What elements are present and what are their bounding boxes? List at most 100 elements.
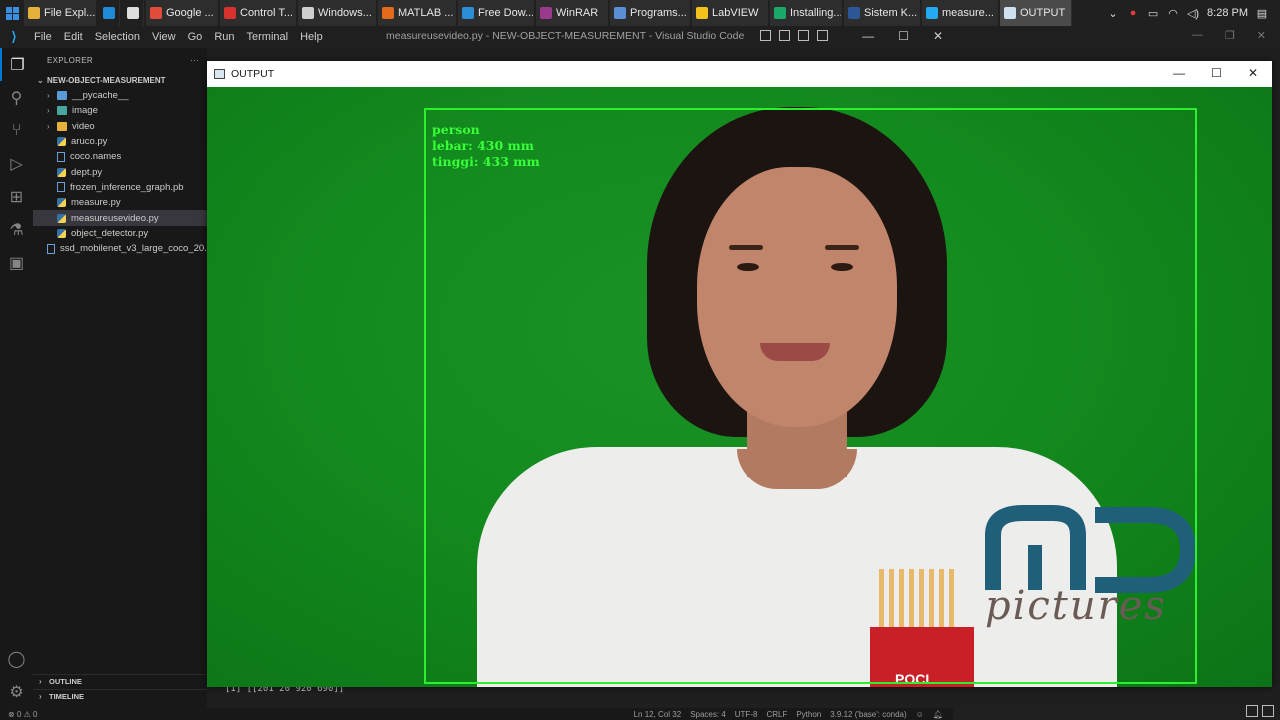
cursor-position[interactable]: Ln 12, Col 32: [634, 710, 682, 719]
taskbar-app-label: Installing...: [790, 7, 842, 19]
menu-bar: File Edit Selection View Go Run Terminal Help: [28, 31, 329, 43]
python-file-icon: [57, 228, 66, 238]
tree-item[interactable]: measureusevideo.py: [33, 210, 207, 226]
menu-help[interactable]: Help: [294, 31, 329, 43]
tree-item[interactable]: › image: [33, 103, 207, 118]
minimize-icon[interactable]: —: [1173, 66, 1185, 80]
search-icon[interactable]: ⚲: [0, 81, 33, 114]
end-of-line[interactable]: CRLF: [766, 710, 787, 719]
feedback-icon[interactable]: ☺: [916, 710, 924, 719]
taskbar-app-10[interactable]: LabVIEW: [692, 0, 768, 26]
taskbar-app-11[interactable]: Installing...: [770, 0, 842, 26]
menu-file[interactable]: File: [28, 31, 58, 43]
tree-item[interactable]: › __pycache__: [33, 88, 207, 103]
tree-item[interactable]: ssd_mobilenet_v3_large_coco_20...: [33, 241, 207, 256]
timeline-section[interactable]: › TIMELINE: [33, 689, 207, 703]
encoding[interactable]: UTF-8: [735, 710, 758, 719]
view-toggles: [1246, 705, 1274, 717]
menu-terminal[interactable]: Terminal: [241, 31, 295, 43]
language-mode[interactable]: Python: [796, 710, 821, 719]
app-icon: [28, 7, 40, 19]
volume-icon[interactable]: ◁): [1187, 7, 1199, 20]
customize-layout-icon[interactable]: [817, 30, 828, 41]
tree-item-label: frozen_inference_graph.pb: [70, 181, 184, 193]
problems-indicator[interactable]: ⊗ 0 ⚠ 0: [0, 710, 37, 719]
testing-icon[interactable]: ⚗: [0, 213, 33, 246]
taskbar-app-6[interactable]: MATLAB ...: [378, 0, 456, 26]
taskbar-app-4[interactable]: Control T...: [220, 0, 296, 26]
toggle-panel-icon[interactable]: [779, 30, 790, 41]
window-controls: — ☐ ✕: [862, 29, 943, 43]
toggle-sidebar-icon[interactable]: [760, 30, 771, 41]
taskbar-app-3[interactable]: Google ...: [146, 0, 218, 26]
vscode-titlebar: ⟩ File Edit Selection View Go Run Terminal Help…: [0, 26, 953, 48]
more-actions-icon[interactable]: ···: [190, 56, 199, 65]
tree-item[interactable]: frozen_inference_graph.pb: [33, 180, 207, 195]
close-icon[interactable]: ✕: [933, 29, 943, 43]
notifications-icon[interactable]: ▤: [1256, 7, 1268, 20]
folder-icon: [57, 121, 67, 131]
chevron-right-icon: ›: [47, 121, 50, 131]
video-frame: POCI pictures person lebar: 430 mm tingg…: [207, 87, 1272, 687]
taskbar-app-5[interactable]: Windows...: [298, 0, 376, 26]
tree-item-label: object_detector.py: [71, 227, 149, 239]
app-icon: [696, 7, 708, 19]
source-control-icon[interactable]: ⑂: [0, 114, 33, 147]
tree-item[interactable]: measure.py: [33, 195, 207, 210]
taskbar-app-0[interactable]: File Expl...: [24, 0, 96, 26]
gear-icon[interactable]: ⚙: [0, 675, 33, 708]
chevron-up-icon[interactable]: ⌄: [1107, 7, 1119, 20]
minimize-icon[interactable]: —: [1192, 29, 1203, 42]
taskbar-app-2[interactable]: [122, 0, 144, 26]
thumbnail-view-icon[interactable]: [1262, 705, 1274, 717]
menu-edit[interactable]: Edit: [58, 31, 89, 43]
menu-run[interactable]: Run: [208, 31, 240, 43]
restore-icon[interactable]: ❐: [1225, 29, 1235, 42]
notifications-bell-icon[interactable]: 🔔︎: [933, 710, 943, 719]
terminal-icon[interactable]: ▣: [0, 246, 33, 279]
taskbar-app-1[interactable]: [98, 0, 120, 26]
taskbar-app-14[interactable]: OUTPUT: [1000, 0, 1072, 26]
start-button[interactable]: [0, 0, 24, 26]
menu-view[interactable]: View: [146, 31, 182, 43]
taskbar-app-label: Google ...: [166, 7, 214, 19]
detection-class-label: person: [432, 122, 480, 137]
menu-go[interactable]: Go: [182, 31, 209, 43]
indentation[interactable]: Spaces: 4: [690, 710, 726, 719]
taskbar-app-label: LabVIEW: [712, 7, 759, 19]
file-icon: [57, 182, 65, 193]
tree-item[interactable]: object_detector.py: [33, 226, 207, 241]
menu-selection[interactable]: Selection: [89, 31, 146, 43]
maximize-icon[interactable]: ☐: [898, 29, 909, 43]
taskbar-app-8[interactable]: WinRAR: [536, 0, 608, 26]
details-view-icon[interactable]: [1246, 705, 1258, 717]
account-icon[interactable]: ◯: [0, 642, 33, 675]
python-interpreter[interactable]: 3.9.12 ('base': conda): [830, 710, 906, 719]
project-folder[interactable]: ⌄ NEW-OBJECT-MEASUREMENT: [33, 72, 207, 88]
taskbar-app-13[interactable]: measure...: [922, 0, 998, 26]
meet-now-icon[interactable]: ▭: [1147, 7, 1159, 20]
close-icon[interactable]: ✕: [1257, 29, 1266, 42]
clock[interactable]: 8:28 PM: [1207, 7, 1248, 19]
minimize-icon[interactable]: —: [862, 29, 874, 43]
taskbar-app-9[interactable]: Programs...: [610, 0, 690, 26]
close-icon[interactable]: ✕: [1248, 66, 1258, 80]
taskbar-app-12[interactable]: Sistem K...: [844, 0, 920, 26]
tree-item[interactable]: aruco.py: [33, 134, 207, 149]
tree-item[interactable]: dept.py: [33, 164, 207, 179]
outline-section[interactable]: › OUTLINE: [33, 674, 207, 688]
vscode-logo-icon: ⟩: [11, 29, 17, 44]
toggle-secondary-sidebar-icon[interactable]: [798, 30, 809, 41]
tree-item[interactable]: coco.names: [33, 149, 207, 164]
wifi-icon[interactable]: ◠: [1167, 7, 1179, 20]
explorer-icon[interactable]: ❐: [0, 48, 33, 81]
taskbar-app-7[interactable]: Free Dow...: [458, 0, 534, 26]
tree-item[interactable]: › video: [33, 119, 207, 134]
app-icon: [102, 7, 115, 19]
taskbar-app-label: Control T...: [240, 7, 293, 19]
run-debug-icon[interactable]: ▷: [0, 147, 33, 180]
error-count: 0: [16, 709, 22, 719]
maximize-icon[interactable]: ☐: [1211, 66, 1222, 80]
tray-app-icon[interactable]: ●: [1127, 7, 1139, 19]
extensions-icon[interactable]: ⊞: [0, 180, 33, 213]
